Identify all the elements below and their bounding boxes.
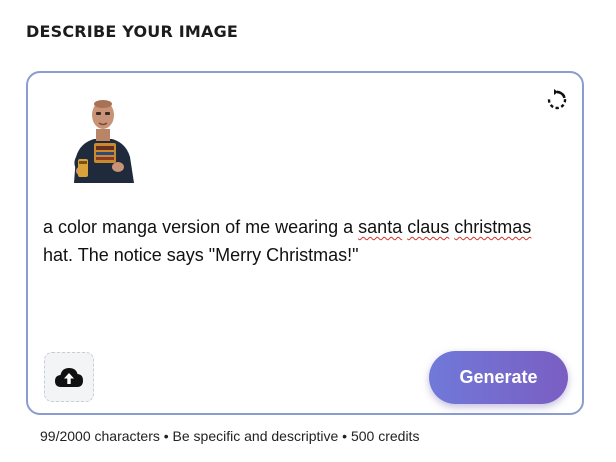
user-photo-thumbnail — [68, 99, 138, 183]
generate-button[interactable]: Generate — [429, 351, 568, 404]
prompt-box[interactable]: a color manga version of me wearing a sa… — [26, 71, 584, 415]
prompt-text-segment: a color manga version of me wearing a — [43, 217, 359, 237]
section-heading: DESCRIBE YOUR IMAGE — [26, 22, 239, 41]
prompt-text-segment: hat. The notice says "Merry Christmas!" — [43, 245, 359, 265]
prompt-text[interactable]: a color manga version of me wearing a sa… — [43, 213, 543, 269]
spellcheck-word: claus — [407, 217, 450, 237]
rotate-ccw-icon — [547, 89, 567, 110]
cloud-upload-icon — [55, 368, 83, 387]
prompt-footer-info: 99/2000 characters • Be specific and des… — [40, 428, 420, 444]
spellcheck-word: christmas — [454, 217, 532, 237]
upload-image-button[interactable] — [44, 352, 94, 402]
spellcheck-word: santa — [358, 217, 403, 237]
reset-button[interactable] — [544, 87, 570, 113]
